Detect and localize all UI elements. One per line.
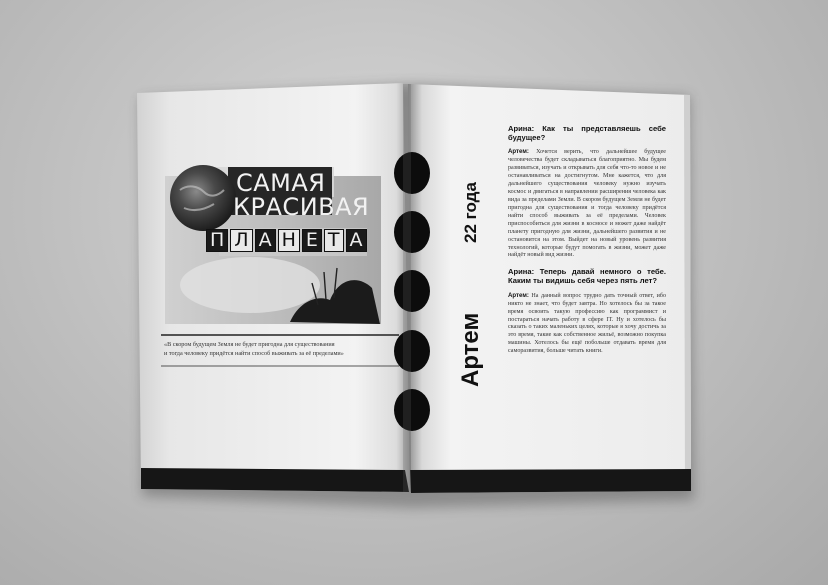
collage-word-krasivaya: КРАСИВАЯ — [233, 193, 370, 221]
interview-answer: Артем: Хочется верить, что дальнейшее бу… — [508, 148, 666, 260]
planeta-letter: П — [206, 229, 229, 252]
planeta-letter: Т — [323, 229, 344, 252]
spine-circle-3 — [394, 270, 430, 312]
planeta-letter: Л — [230, 229, 253, 252]
right-page-edge — [684, 95, 691, 491]
planeta-letter: Е — [301, 229, 322, 252]
spine-circle-4 — [394, 330, 430, 372]
left-bottom-bar — [141, 468, 409, 492]
collage-word-samaya: САМАЯ — [236, 169, 326, 197]
spine-shadow — [403, 84, 411, 492]
planeta-letter: Н — [277, 229, 300, 252]
answer-text: На данный вопрос трудно дать точный отве… — [508, 292, 666, 355]
interview-question: Арина: Теперь давай немного о тебе. Каки… — [508, 267, 666, 286]
answer-speaker: Артем: — [508, 291, 529, 299]
interviewee-name: Артем — [457, 312, 484, 387]
answer-speaker: Артем: — [508, 148, 529, 156]
interview-column: Арина: Как ты представляешь себе будущее… — [508, 125, 666, 470]
pull-quote: «В скором будущем Земля не будет пригодн… — [164, 341, 344, 357]
spine-circle-5 — [394, 389, 430, 431]
magazine-spread-scene — [137, 83, 694, 508]
planet-earth — [170, 165, 236, 231]
spine-circle-2 — [394, 211, 430, 253]
interview-answer: Артем: На данный вопрос трудно дать точн… — [508, 292, 666, 356]
collage-word-planeta: П Л А Н Е Т А — [206, 229, 367, 252]
interviewee-age: 22 года — [461, 182, 480, 243]
answer-text: Хочется верить, что дальнейшее будущее ч… — [508, 149, 666, 259]
planeta-letter: А — [345, 229, 367, 252]
interview-question: Арина: Как ты представляешь себе будущее… — [508, 125, 666, 142]
spine-circle-1 — [394, 152, 430, 194]
right-bottom-bar — [410, 469, 691, 493]
collage-light-blob — [180, 257, 320, 313]
planeta-letter: А — [254, 229, 276, 252]
